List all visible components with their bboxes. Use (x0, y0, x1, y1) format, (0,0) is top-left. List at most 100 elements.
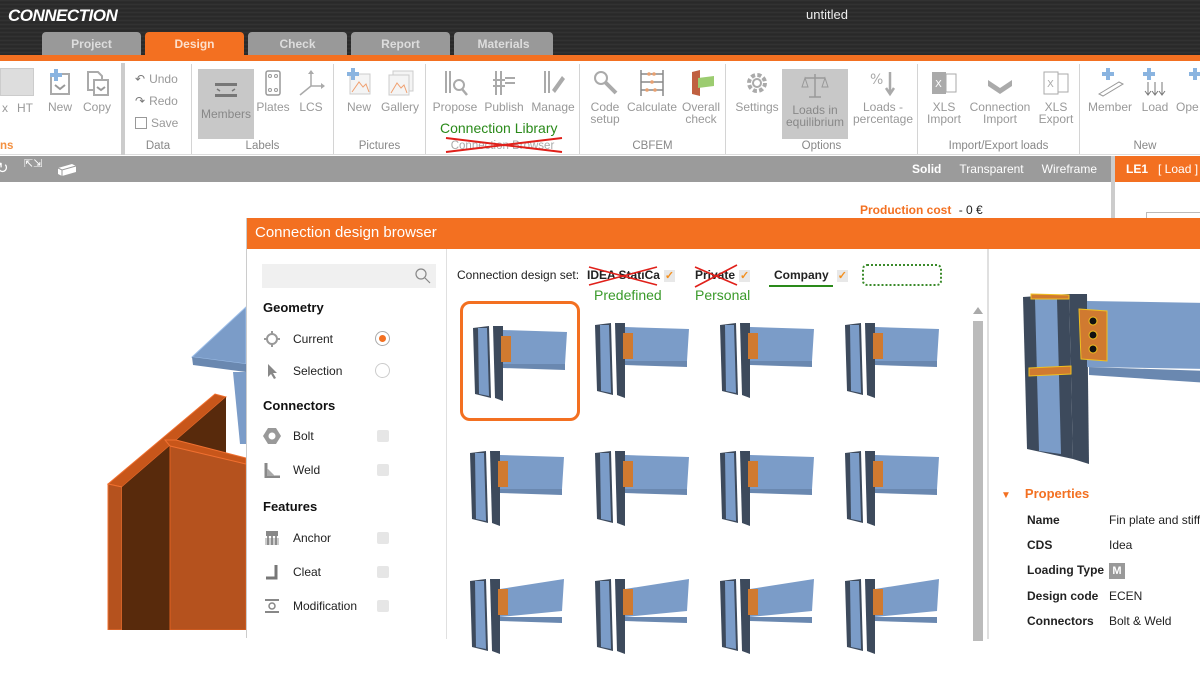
filter-item-cleat[interactable]: Cleat (263, 564, 393, 580)
filter-item-current[interactable]: Current (263, 331, 393, 347)
ribbon-group-options: Settings Loads in equilibrium % Loads - pe… (726, 64, 918, 154)
load-effect-id[interactable]: LE1 (1126, 162, 1148, 176)
design-thumbnail[interactable] (710, 301, 830, 421)
view-mode-solid[interactable]: Solid (912, 162, 941, 176)
new-member-button[interactable]: Member (1086, 68, 1134, 113)
redo-button[interactable]: ↷ Redo (135, 94, 178, 108)
design-thumbnail[interactable] (585, 301, 705, 421)
thumbnail-shape (748, 333, 758, 359)
search-input[interactable] (262, 264, 436, 288)
gallery-button[interactable]: Gallery (380, 68, 420, 113)
members-label-button[interactable]: Members (198, 69, 254, 139)
loads-percentage-button[interactable]: % Loads - percentage (852, 68, 914, 125)
tab-materials[interactable]: Materials (454, 32, 553, 57)
zoom-extents-icon[interactable]: ⇱⇲ (24, 158, 42, 169)
code-setup-button[interactable]: Code setup (586, 68, 624, 125)
connection-thumbnail-image (595, 451, 689, 526)
plates-label-button[interactable]: Plates (256, 68, 290, 113)
design-thumbnail[interactable] (460, 429, 580, 549)
thumbnail-shape (750, 361, 812, 367)
anchor-checkbox[interactable] (377, 532, 389, 544)
design-thumbnail[interactable] (460, 557, 580, 677)
gallery-label: Gallery (380, 100, 419, 114)
3d-view-box-icon[interactable] (56, 162, 78, 178)
plates-label: Plates (256, 100, 290, 114)
design-thumbnail[interactable] (835, 301, 955, 421)
rotate-icon[interactable]: ↻ (0, 159, 9, 177)
new-operation-button[interactable]: New (44, 68, 76, 113)
connection-thumbnail-image (845, 451, 939, 526)
cleat-checkbox[interactable] (377, 566, 389, 578)
weld-checkbox[interactable] (377, 464, 389, 476)
filter-item-weld[interactable]: Weld (263, 462, 393, 478)
filter-item-selection[interactable]: Selection (263, 363, 393, 379)
3d-viewport[interactable] (0, 182, 246, 630)
collapse-triangle-icon[interactable]: ▼ (1001, 490, 1011, 501)
save-button[interactable]: Save (135, 116, 178, 130)
modification-checkbox[interactable] (377, 600, 389, 612)
design-thumbnail[interactable] (585, 557, 705, 677)
lcs-label-button[interactable]: LCS (294, 68, 328, 113)
tab-check[interactable]: Check (248, 32, 347, 57)
scroll-up-arrow[interactable] (973, 307, 983, 314)
thumbnail-shape (750, 489, 812, 495)
copy-operation-button[interactable]: Copy (80, 68, 114, 113)
propose-button[interactable]: Propose (432, 68, 478, 113)
lcs-axes-icon (299, 70, 325, 96)
new-load-button[interactable]: Load (1138, 68, 1172, 113)
ht-button[interactable]: HT (14, 102, 36, 114)
design-thumbnail[interactable] (460, 301, 580, 421)
xls-export-button[interactable]: X XLS Export (1036, 68, 1076, 125)
idea-checkbox-checked[interactable]: ✓ (663, 270, 676, 282)
xls-import-button[interactable]: X XLS Import (924, 68, 964, 125)
publish-label: Publish (484, 100, 524, 114)
design-list-scrollbar[interactable] (973, 303, 983, 643)
load-action-link[interactable]: [ Load ] (1158, 162, 1198, 176)
group-label-pictures: Pictures (358, 140, 401, 152)
current-radio[interactable] (375, 331, 390, 346)
selection-radio[interactable] (375, 363, 390, 378)
filter-item-anchor[interactable]: Anchor (263, 530, 393, 546)
design-thumbnail[interactable] (585, 429, 705, 549)
company-checkbox-checked[interactable]: ✓ (836, 270, 848, 282)
publish-button[interactable]: Publish (482, 68, 526, 113)
search-field[interactable] (262, 264, 402, 286)
view-mode-transparent[interactable]: Transparent (959, 162, 1023, 176)
search-icon[interactable] (414, 267, 432, 285)
connection-library-annotation: Connection Library (440, 120, 558, 136)
ribbon-group-new: Member Load Ope New (1080, 64, 1200, 154)
bolt-checkbox[interactable] (377, 430, 389, 442)
filter-item-bolt[interactable]: Bolt (263, 428, 393, 444)
undo-button[interactable]: ↶ Undo (135, 72, 178, 86)
manage-button[interactable]: Manage (530, 68, 576, 113)
xls-import-icon: X (932, 72, 957, 94)
loads-in-equilibrium-button[interactable]: Loads in equilibrium (782, 69, 848, 139)
settings-button[interactable]: Settings (734, 68, 780, 113)
calculate-button[interactable]: Calculate (626, 68, 678, 113)
type-dropdown[interactable] (0, 68, 34, 96)
design-thumbnail[interactable] (835, 429, 955, 549)
tab-report[interactable]: Report (351, 32, 450, 57)
properties-title: Properties (1024, 486, 1090, 501)
tab-project[interactable]: Project (42, 32, 141, 57)
new-design-set-placeholder[interactable] (862, 264, 942, 286)
properties-header[interactable]: ▼ Properties (1001, 486, 1089, 501)
thumbnail-shape (498, 589, 508, 615)
filter-item-modification[interactable]: Modification (263, 598, 393, 614)
connection-import-button[interactable]: Connection Import (968, 68, 1032, 125)
design-thumbnail[interactable] (710, 557, 830, 677)
filter-section-connectors: Connectors (263, 398, 336, 413)
overall-check-button[interactable]: Overall check (680, 68, 722, 125)
design-thumbnail[interactable] (710, 429, 830, 549)
private-checkbox-checked[interactable]: ✓ (739, 270, 751, 282)
scroll-thumb[interactable] (973, 321, 983, 641)
tab-design[interactable]: Design (145, 32, 244, 57)
design-set-company[interactable]: Company ✓ (774, 268, 848, 282)
thumbnail-shape (625, 361, 687, 367)
new-picture-button[interactable]: New (342, 68, 376, 113)
thumbnail-shape (875, 489, 937, 495)
new-operation-button-truncated[interactable]: Ope (1176, 68, 1200, 113)
column-inner-flange (169, 443, 246, 630)
design-thumbnail[interactable] (835, 557, 955, 677)
view-mode-wireframe[interactable]: Wireframe (1042, 162, 1097, 176)
